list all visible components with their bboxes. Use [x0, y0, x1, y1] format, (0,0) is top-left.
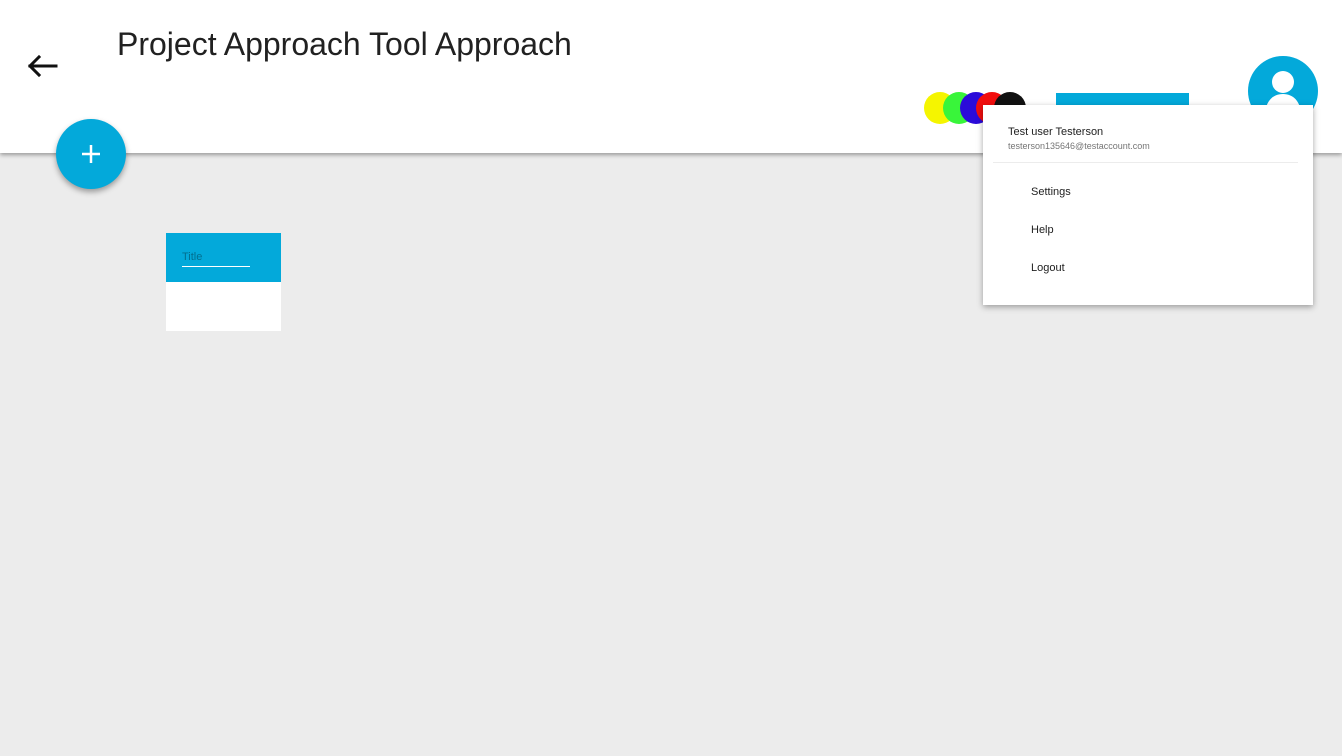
user-email: testerson135646@testaccount.com	[1008, 141, 1150, 151]
title-input[interactable]	[182, 247, 250, 267]
page-title: Project Approach Tool Approach	[117, 26, 572, 62]
menu-item-logout[interactable]: Logout	[983, 253, 1313, 283]
back-button[interactable]	[22, 48, 62, 84]
add-button[interactable]	[56, 119, 126, 189]
user-name: Test user Testerson	[1008, 126, 1104, 138]
menu-item-help[interactable]: Help	[983, 215, 1313, 245]
card-header	[166, 233, 281, 282]
plus-icon	[82, 145, 100, 163]
approach-card	[166, 233, 281, 331]
arrow-left-icon	[27, 54, 58, 78]
menu-item-settings[interactable]: Settings	[983, 177, 1313, 207]
user-menu: Test user Testerson testerson135646@test…	[983, 105, 1313, 305]
menu-divider	[993, 162, 1298, 163]
